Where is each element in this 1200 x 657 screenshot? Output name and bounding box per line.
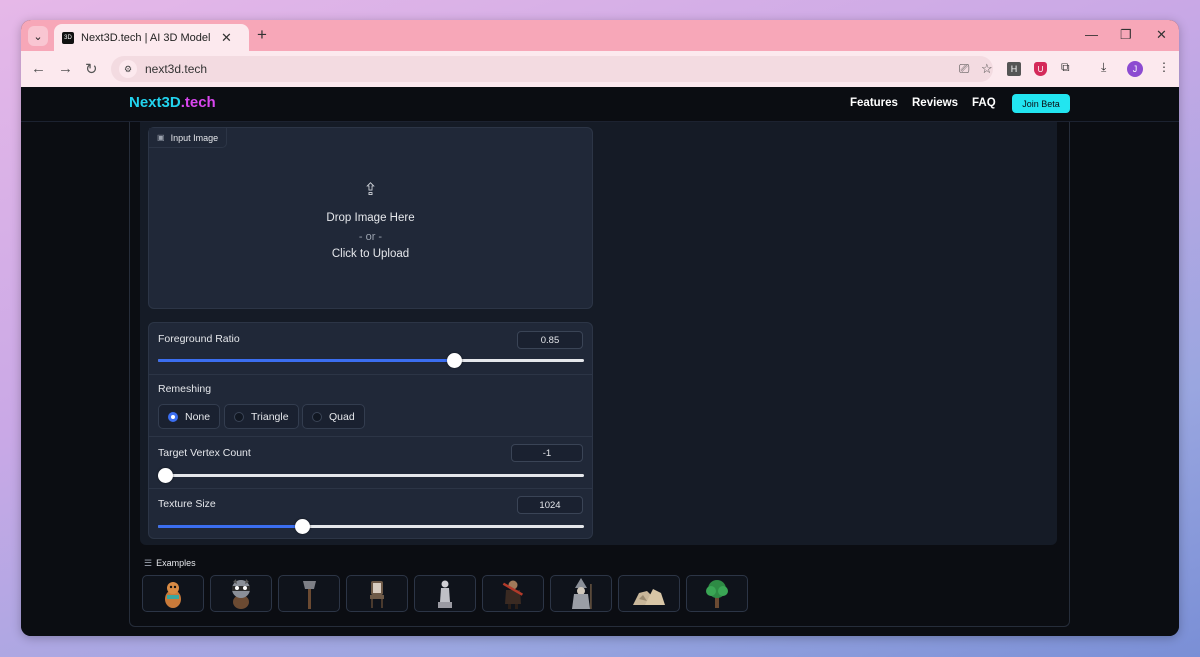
remeshing-row: Remeshing None Triangle Quad (149, 375, 592, 437)
active-tab[interactable]: 3D Next3D.tech | AI 3D Model Gen ✕ (54, 24, 249, 51)
browser-toolbar: ← → ↻ ⚙ next3d.tech ⎚ ☆ H U ⧉ ⤓ J ⋮ (21, 51, 1179, 87)
examples-title-text: Examples (156, 558, 196, 568)
upload-icon: ⇪ (363, 180, 378, 199)
target-vertex-label: Target Vertex Count (158, 447, 251, 459)
image-icon: ▣ (157, 133, 165, 142)
site-favicon-icon: 3D (62, 31, 74, 44)
example-wizard[interactable] (550, 575, 612, 612)
app-frame: ▣ Input Image ⇪ Drop Image Here - or - C… (129, 122, 1070, 627)
example-tree[interactable] (686, 575, 748, 612)
remesh-option-triangle[interactable]: Triangle (224, 404, 299, 429)
texture-size-slider[interactable] (158, 519, 584, 534)
target-vertex-row: Target Vertex Count -1 (149, 437, 592, 489)
remeshing-label: Remeshing (158, 383, 212, 395)
drop-image-text: Drop Image Here (326, 212, 415, 224)
nav-features[interactable]: Features (850, 97, 898, 109)
settings-panel: Foreground Ratio 0.85 Remeshing None Tri… (148, 322, 593, 539)
tree-icon (706, 579, 728, 608)
close-window-icon[interactable]: ✕ (1156, 27, 1167, 43)
radio-unselected-icon (312, 411, 322, 422)
texture-size-label: Texture Size (158, 498, 216, 510)
nav-reviews[interactable]: Reviews (912, 97, 958, 109)
remesh-option-label: Triangle (251, 410, 289, 423)
input-image-label: ▣ Input Image (149, 128, 228, 148)
bookmark-star-icon[interactable]: ☆ (981, 61, 993, 77)
tab-search-button[interactable]: ⌄ (28, 26, 48, 46)
image-upload-dropzone[interactable]: ▣ Input Image ⇪ Drop Image Here - or - C… (148, 127, 593, 309)
texture-size-input[interactable]: 1024 (517, 496, 583, 514)
new-tab-button[interactable]: + (257, 25, 267, 45)
url-text: next3d.tech (145, 62, 208, 76)
tab-title: Next3D.tech | AI 3D Model Gen (81, 31, 213, 44)
statue-icon (438, 580, 452, 608)
texture-size-row: Texture Size 1024 (149, 489, 592, 538)
example-statue[interactable] (414, 575, 476, 612)
slider-thumb[interactable] (446, 353, 462, 368)
site-header: Next3D.tech Features Reviews FAQ Join Be… (21, 87, 1179, 122)
remesh-option-none[interactable]: None (158, 404, 221, 429)
forward-icon[interactable]: → (58, 60, 73, 77)
chair-icon (370, 580, 384, 608)
wizard-icon (572, 577, 592, 609)
slider-thumb[interactable] (158, 468, 173, 483)
examples-heading: ☰ Examples (144, 558, 196, 569)
restore-icon[interactable]: ❐ (1120, 27, 1132, 43)
slider-fill (158, 359, 454, 362)
example-chair[interactable] (346, 575, 408, 612)
target-vertex-slider[interactable] (158, 468, 584, 483)
reload-icon[interactable]: ↻ (85, 60, 98, 78)
tab-strip: ⌄ 3D Next3D.tech | AI 3D Model Gen ✕ + —… (21, 20, 1179, 51)
examples-gallery (142, 575, 748, 612)
warrior-icon (502, 580, 524, 609)
chevron-down-icon: ⌄ (33, 30, 43, 43)
download-icon[interactable]: ⤓ (1101, 60, 1106, 75)
input-image-label-text: Input Image (170, 132, 219, 143)
example-axe[interactable] (278, 575, 340, 612)
site-info-icon[interactable]: ⚙ (119, 60, 137, 78)
list-icon: ☰ (144, 558, 153, 568)
foreground-ratio-slider[interactable] (158, 353, 584, 368)
join-beta-button[interactable]: Join Beta (1012, 94, 1070, 113)
extension-shield-icon[interactable]: U (1034, 62, 1047, 76)
foreground-ratio-row: Foreground Ratio 0.85 (149, 323, 592, 375)
foreground-ratio-input[interactable]: 0.85 (517, 331, 583, 349)
example-raccoon[interactable] (210, 575, 272, 612)
profile-avatar[interactable]: J (1127, 61, 1143, 77)
example-otter[interactable] (142, 575, 204, 612)
address-bar[interactable]: ⚙ next3d.tech ⎚ ☆ (111, 56, 993, 82)
example-rocks[interactable] (618, 575, 680, 612)
site-logo[interactable]: Next3D.tech (129, 94, 216, 111)
otter-icon (165, 581, 181, 608)
remesh-option-label: Quad (329, 410, 355, 423)
slider-fill (158, 525, 302, 528)
slider-thumb[interactable] (294, 519, 310, 534)
foreground-ratio-label: Foreground Ratio (158, 333, 240, 345)
extensions-puzzle-icon[interactable]: ⧉ (1061, 60, 1070, 75)
remesh-option-quad[interactable]: Quad (302, 404, 365, 429)
extension-h-icon[interactable]: H (1007, 62, 1021, 76)
remesh-option-label: None (185, 410, 211, 423)
logo-part-2: .tech (180, 94, 216, 111)
or-text: - or - (358, 231, 383, 243)
app-block: ▣ Input Image ⇪ Drop Image Here - or - C… (140, 122, 1057, 545)
logo-part-1: Next3D (129, 94, 181, 111)
close-tab-icon[interactable]: ✕ (221, 30, 232, 46)
minimize-icon[interactable]: — (1085, 27, 1098, 42)
rocks-icon (633, 588, 665, 605)
target-vertex-input[interactable]: -1 (511, 444, 583, 462)
menu-kebab-icon[interactable]: ⋮ (1158, 60, 1170, 74)
install-app-icon[interactable]: ⎚ (959, 61, 969, 77)
nav-faq[interactable]: FAQ (972, 97, 996, 109)
radio-selected-icon (168, 411, 178, 422)
example-warrior[interactable] (482, 575, 544, 612)
back-icon[interactable]: ← (31, 60, 46, 77)
raccoon-icon (232, 578, 250, 609)
axe-icon (303, 580, 316, 609)
browser-window: ⌄ 3D Next3D.tech | AI 3D Model Gen ✕ + —… (21, 20, 1179, 636)
page-content: Next3D.tech Features Reviews FAQ Join Be… (21, 87, 1179, 636)
click-upload-text: Click to Upload (331, 248, 410, 260)
radio-unselected-icon (234, 411, 244, 422)
